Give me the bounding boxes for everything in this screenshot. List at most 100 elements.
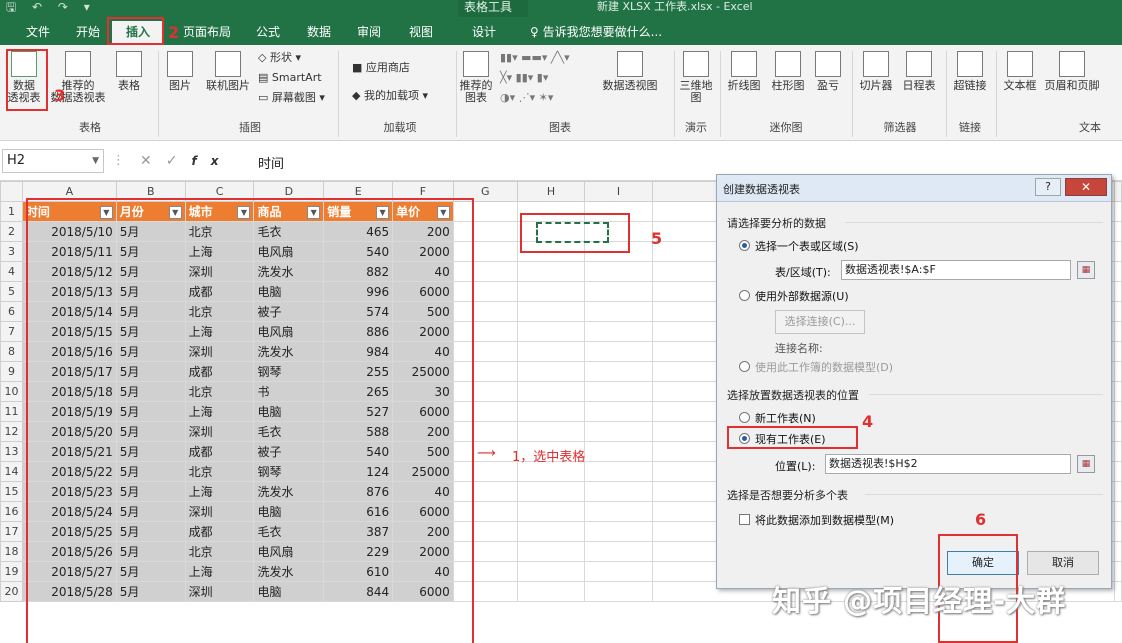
empty-cell[interactable]: [516, 561, 586, 582]
select-all-corner[interactable]: [0, 181, 23, 202]
table-button[interactable]: 表格: [112, 51, 146, 92]
range-input[interactable]: 数据透视表!$A:$F: [841, 260, 1071, 280]
empty-cell[interactable]: [516, 401, 586, 422]
empty-cell[interactable]: [516, 501, 586, 522]
row-header[interactable]: 7: [0, 321, 23, 342]
empty-cell[interactable]: [584, 561, 653, 582]
sparkline-column-button[interactable]: 柱形图: [766, 51, 810, 92]
row-header[interactable]: 20: [0, 581, 23, 602]
quick-access-toolbar[interactable]: 🖫 ↶ ↷ ▾: [6, 0, 96, 14]
fx-icon[interactable]: fx: [191, 154, 232, 168]
tab-design[interactable]: 设计: [462, 21, 506, 45]
cancel-button[interactable]: 取消: [1027, 551, 1099, 575]
sparkline-winloss-button[interactable]: 盈亏: [810, 51, 846, 92]
tab-review[interactable]: 审阅: [350, 21, 388, 45]
empty-cell[interactable]: [584, 421, 653, 442]
empty-cell[interactable]: [584, 341, 653, 362]
checkbox-add-data-model[interactable]: [739, 514, 750, 525]
header-footer-button[interactable]: 页眉和页脚: [1042, 51, 1102, 92]
empty-cell[interactable]: [516, 381, 586, 402]
choose-connection-button[interactable]: 选择连接(C)...: [775, 310, 865, 334]
empty-cell[interactable]: [516, 521, 586, 542]
row-header[interactable]: 8: [0, 341, 23, 362]
row-header[interactable]: 4: [0, 261, 23, 282]
pivot-chart-button[interactable]: 数据透视图: [598, 51, 662, 92]
empty-cell[interactable]: [584, 261, 653, 282]
radio-select-range[interactable]: [739, 240, 750, 251]
empty-cell[interactable]: [584, 321, 653, 342]
smartart-button[interactable]: ▤ SmartArt: [258, 71, 322, 85]
sparkline-line-button[interactable]: 折线图: [722, 51, 766, 92]
row-header[interactable]: 13: [0, 441, 23, 462]
tab-page-layout[interactable]: 页面布局: [178, 21, 236, 45]
row-header[interactable]: 11: [0, 401, 23, 422]
picture-button[interactable]: 图片: [162, 51, 198, 92]
column-header[interactable]: I: [584, 181, 653, 202]
3d-map-button[interactable]: 三维地 图: [676, 51, 716, 104]
formula-buttons[interactable]: ✕✓fx: [140, 153, 232, 169]
empty-cell[interactable]: [516, 301, 586, 322]
row-header[interactable]: 9: [0, 361, 23, 382]
store-button[interactable]: ■ 应用商店: [352, 61, 410, 75]
row-header[interactable]: 2: [0, 221, 23, 242]
empty-cell[interactable]: [516, 361, 586, 382]
empty-cell[interactable]: [584, 401, 653, 422]
hyperlink-button[interactable]: 超链接: [950, 51, 990, 92]
radio-new-worksheet[interactable]: [739, 412, 750, 423]
row-header[interactable]: 5: [0, 281, 23, 302]
tab-formulas[interactable]: 公式: [250, 21, 286, 45]
column-chart-button[interactable]: ▮▮▾ ▬▬▾ ╱╲▾: [500, 51, 570, 65]
tab-home[interactable]: 开始: [68, 21, 108, 45]
tab-file[interactable]: 文件: [18, 21, 58, 45]
my-addins-button[interactable]: ◆ 我的加载项 ▾: [352, 89, 428, 103]
cancel-icon[interactable]: ✕: [140, 153, 166, 169]
row-header[interactable]: 6: [0, 301, 23, 322]
empty-cell[interactable]: [516, 321, 586, 342]
row-header[interactable]: 3: [0, 241, 23, 262]
row-header[interactable]: 15: [0, 481, 23, 502]
row-header[interactable]: 1: [0, 201, 23, 222]
textbox-button[interactable]: 文本框: [998, 51, 1042, 92]
empty-cell[interactable]: [584, 281, 653, 302]
empty-cell[interactable]: [584, 521, 653, 542]
screenshot-button[interactable]: ▭ 屏幕截图 ▾: [258, 91, 325, 105]
empty-cell[interactable]: [516, 421, 586, 442]
help-button[interactable]: ?: [1035, 178, 1061, 196]
column-header[interactable]: H: [516, 181, 586, 202]
radio-data-model[interactable]: [739, 361, 750, 372]
close-button[interactable]: ✕: [1065, 178, 1107, 196]
empty-cell[interactable]: [516, 541, 586, 562]
formula-input[interactable]: 时间: [258, 153, 284, 172]
row-header[interactable]: 19: [0, 561, 23, 582]
line-chart-button[interactable]: ╳▾ ▮▮▾ ▮▾: [500, 71, 548, 85]
radio-external-source[interactable]: [739, 290, 750, 301]
empty-cell[interactable]: [584, 541, 653, 562]
empty-cell[interactable]: [516, 341, 586, 362]
empty-cell[interactable]: [584, 481, 653, 502]
row-header[interactable]: 12: [0, 421, 23, 442]
empty-cell[interactable]: [516, 281, 586, 302]
online-picture-button[interactable]: 联机图片: [200, 51, 256, 92]
tab-data[interactable]: 数据: [300, 21, 338, 45]
empty-cell[interactable]: [516, 261, 586, 282]
row-header[interactable]: 18: [0, 541, 23, 562]
timeline-button[interactable]: 日程表: [898, 51, 940, 92]
empty-cell[interactable]: [584, 381, 653, 402]
empty-cell[interactable]: [584, 581, 653, 602]
row-header[interactable]: 14: [0, 461, 23, 482]
slicer-button[interactable]: 切片器: [856, 51, 896, 92]
range-collapse-icon[interactable]: ▦: [1077, 261, 1095, 279]
location-input[interactable]: 数据透视表!$H$2: [825, 454, 1071, 474]
tab-view[interactable]: 视图: [402, 21, 440, 45]
recommended-charts-button[interactable]: 推荐的 图表: [458, 51, 494, 104]
empty-cell[interactable]: [584, 501, 653, 522]
empty-cell[interactable]: [584, 301, 653, 322]
empty-cell[interactable]: [584, 461, 653, 482]
empty-cell[interactable]: [584, 441, 653, 462]
empty-cell[interactable]: [516, 481, 586, 502]
row-header[interactable]: 16: [0, 501, 23, 522]
tell-me-search[interactable]: ♀ 告诉我您想要做什么...: [530, 21, 700, 45]
shapes-button[interactable]: ◇ 形状 ▾: [258, 51, 301, 65]
empty-cell[interactable]: [516, 581, 586, 602]
row-header[interactable]: 10: [0, 381, 23, 402]
